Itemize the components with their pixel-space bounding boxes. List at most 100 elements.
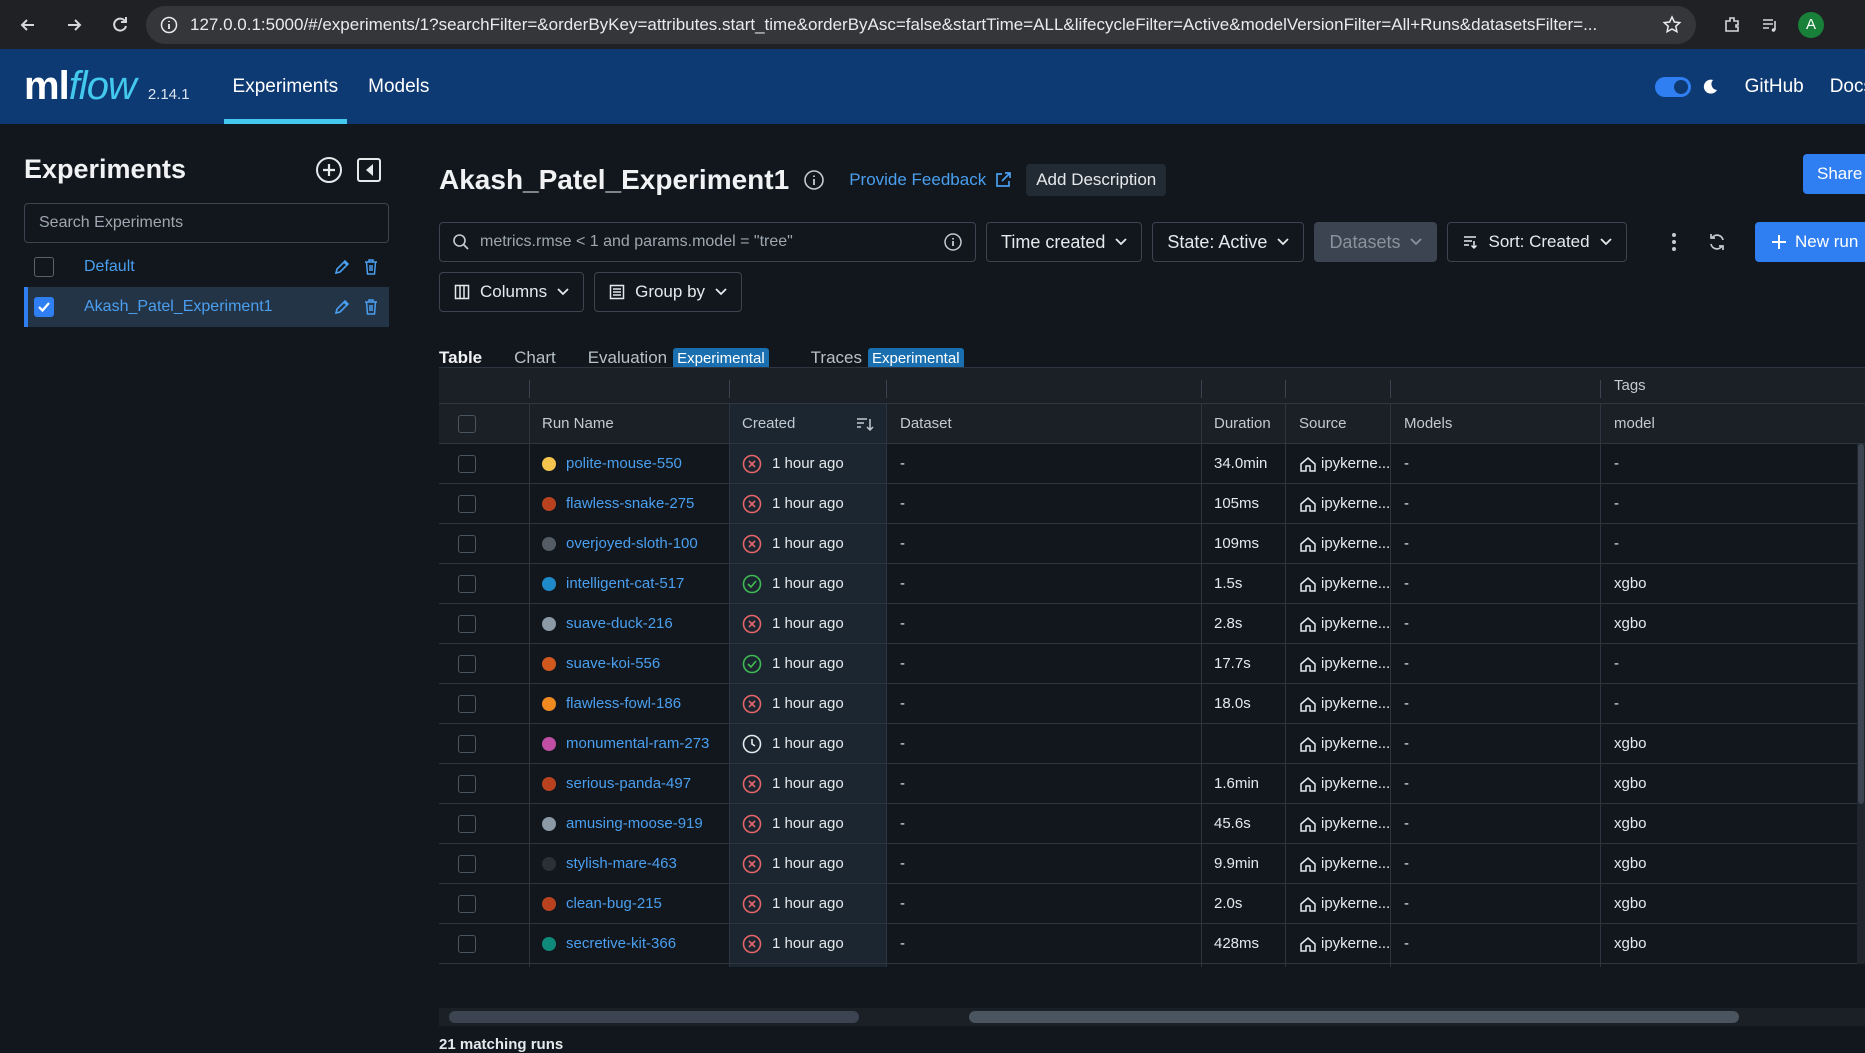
experiment-item-akash[interactable]: Akash_Patel_Experiment1 [24,287,389,327]
nav-models[interactable]: Models [353,49,444,124]
source-cell[interactable]: ipykerne... [1299,564,1389,603]
reload-icon[interactable] [100,5,140,45]
source-cell[interactable]: ipykerne... [1299,604,1389,643]
row-checkbox[interactable] [458,494,476,513]
row-checkbox[interactable] [458,574,476,593]
run-name-link[interactable]: polite-mouse-550 [566,455,682,472]
row-checkbox[interactable] [458,614,476,633]
source-cell[interactable]: ipykerne... [1299,844,1389,883]
run-name-link[interactable]: intelligent-cat-517 [566,575,684,592]
add-description-button[interactable]: Add Description [1026,164,1167,196]
run-color-dot[interactable] [542,576,556,591]
edit-icon[interactable] [333,258,351,276]
provide-feedback-link[interactable]: Provide Feedback [849,170,1012,190]
table-row[interactable]: intelligent-cat-517 1 hour ago - 1.5s ipyker… [439,564,1865,604]
search-info-icon[interactable] [943,232,963,252]
col-run-name[interactable]: Run Name [542,404,722,443]
run-color-dot[interactable] [542,536,556,551]
row-checkbox[interactable] [458,734,476,753]
row-checkbox[interactable] [458,934,476,953]
bookmark-star-icon[interactable] [1662,14,1682,35]
run-name-link[interactable]: overjoyed-sloth-100 [566,535,698,552]
row-checkbox[interactable] [458,894,476,913]
dark-mode-toggle[interactable] [1654,76,1691,97]
source-cell[interactable]: ipykerne... [1299,924,1389,963]
trash-icon[interactable] [363,258,379,276]
table-row[interactable]: flawless-fowl-186 1 hour ago - 18.0s ipykern… [439,684,1865,724]
table-row[interactable]: serious-panda-497 1 hour ago - 1.6min ipyker… [439,764,1865,804]
site-info-icon[interactable] [160,16,178,34]
trash-icon[interactable] [363,298,379,316]
experiment-name[interactable]: Akash_Patel_Experiment1 [84,298,333,316]
columns-dropdown[interactable]: Columns [439,272,585,312]
run-name-link[interactable]: stylish-mare-463 [566,855,677,872]
run-name-link[interactable]: flawless-snake-275 [566,495,694,512]
run-color-dot[interactable] [542,936,556,951]
run-color-dot[interactable] [542,456,556,471]
share-button[interactable]: Share [1803,154,1865,194]
table-row[interactable]: suave-duck-216 1 hour ago - 2.8s ipykerne...… [439,604,1865,644]
run-name-link[interactable]: amusing-moose-919 [566,815,703,832]
new-run-button[interactable]: New run [1755,222,1865,262]
source-cell[interactable]: ipykerne... [1299,524,1389,563]
row-checkbox[interactable] [458,694,476,713]
col-models[interactable]: Models [1404,404,1584,443]
horizontal-scrollbar[interactable] [439,1008,1865,1026]
search-experiments-input[interactable]: Search Experiments [24,203,389,243]
table-row[interactable]: flawless-snake-275 1 hour ago - 105ms ipyker… [439,484,1865,524]
search-runs-input[interactable]: metrics.rmse < 1 and params.model = "tre… [439,222,976,262]
run-name-link[interactable]: flawless-fowl-186 [566,695,681,712]
experiment-checkbox[interactable] [34,257,54,277]
address-bar[interactable]: 127.0.0.1:5000/#/experiments/1?searchFil… [146,5,1696,44]
sort-dropdown[interactable]: Sort: Created [1447,222,1627,262]
edit-icon[interactable] [333,298,351,316]
table-row[interactable]: clean-bug-215 1 hour ago -2.0s ipykerne... -… [439,884,1865,924]
info-icon[interactable] [803,169,825,191]
col-source[interactable]: Source [1299,404,1389,443]
run-color-dot[interactable] [542,616,556,631]
col-created[interactable]: Created [730,404,886,443]
run-name-link[interactable]: serious-panda-497 [566,775,691,792]
collapse-sidebar-icon[interactable] [354,155,384,185]
run-color-dot[interactable] [542,496,556,511]
run-color-dot[interactable] [542,656,556,671]
vertical-scrollbar[interactable] [1857,444,1865,964]
table-row[interactable]: overjoyed-sloth-100 1 hour ago - 109ms ipyke… [439,524,1865,564]
mlflow-logo[interactable]: ml flow 2.14.1 [24,64,190,109]
select-all-checkbox[interactable] [458,414,476,433]
experiment-name[interactable]: Default [84,258,333,276]
row-checkbox[interactable] [458,814,476,833]
table-row[interactable]: amusing-moose-919 1 hour ago - 45.6s ipykern… [439,804,1865,844]
run-name-link[interactable]: suave-duck-216 [566,615,673,632]
table-row[interactable]: polite-mouse-550 1 hour ago - 34.0min ipyker… [439,444,1865,484]
run-name-link[interactable]: clean-bug-215 [566,895,662,912]
source-cell[interactable]: ipykerne... [1299,764,1389,803]
create-experiment-icon[interactable] [314,155,344,185]
row-checkbox[interactable] [458,854,476,873]
row-checkbox[interactable] [458,654,476,673]
back-icon[interactable] [8,5,48,45]
run-color-dot[interactable] [542,856,556,871]
table-row[interactable]: secretive-kit-366 1 hour ago - 428ms ipykern… [439,924,1865,964]
source-cell[interactable]: ipykerne... [1299,444,1389,483]
run-name-link[interactable]: monumental-ram-273 [566,735,709,752]
col-tag-model[interactable]: model [1614,404,1674,443]
table-row[interactable]: suave-koi-556 1 hour ago - 17.7s ipykerne...… [439,644,1865,684]
docs-link[interactable]: Docs [1830,76,1865,98]
run-name-link[interactable]: suave-koi-556 [566,655,660,672]
experiment-item-default[interactable]: Default [24,247,389,287]
table-row[interactable]: monumental-ram-273 1 hour ago - ipykerne...… [439,724,1865,764]
state-dropdown[interactable]: State: Active [1152,222,1305,262]
source-cell[interactable]: ipykerne... [1299,804,1389,843]
source-cell[interactable]: ipykerne... [1299,484,1389,523]
run-name-link[interactable]: secretive-kit-366 [566,935,676,952]
col-dataset[interactable]: Dataset [900,404,1190,443]
run-color-dot[interactable] [542,816,556,831]
extensions-icon[interactable] [1722,15,1742,35]
table-row[interactable]: stylish-mare-463 1 hour ago - 9.9min ipykern… [439,844,1865,884]
source-cell[interactable]: ipykerne... [1299,684,1389,723]
forward-icon[interactable] [54,5,94,45]
github-link[interactable]: GitHub [1745,76,1804,98]
source-cell[interactable]: ipykerne... [1299,644,1389,683]
nav-experiments[interactable]: Experiments [218,49,354,124]
